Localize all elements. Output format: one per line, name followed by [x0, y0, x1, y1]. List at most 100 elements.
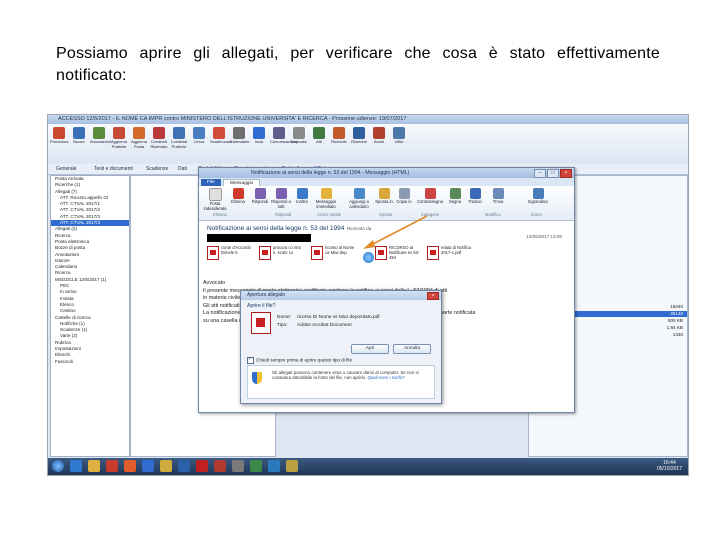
always-ask-checkbox[interactable]: Chiedi sempre prima di aprire questo tip… — [247, 356, 352, 364]
ribbon-button-aggiorna-pratiche[interactable]: Aggiorna Pratiche — [110, 127, 128, 149]
attachment[interactable]: procura co ntro n. scolo 1o — [259, 245, 303, 266]
find-button[interactable]: Trova — [489, 188, 507, 205]
dialog-close-icon[interactable]: × — [427, 292, 439, 300]
app-taskbar-icon[interactable] — [286, 460, 298, 472]
ribbon-button-invia[interactable]: Invia — [250, 127, 268, 145]
pdf-icon — [259, 246, 271, 260]
doc-taskbar-icon[interactable] — [178, 460, 190, 472]
ribbon-button-nuovo[interactable]: Nuovo — [70, 127, 88, 145]
nav-tab-testi[interactable]: Testi e documenti — [94, 164, 133, 174]
delete-button[interactable]: Elimina — [229, 188, 247, 205]
group-label: Rispondi — [275, 212, 292, 217]
start-icon[interactable] — [52, 460, 64, 472]
junk-button[interactable]: Posta indesiderata — [203, 188, 227, 211]
row-value: 15040 — [670, 304, 683, 309]
ribbon-button-ricerche[interactable]: Ricerche — [350, 127, 368, 145]
app-taskbar-icon[interactable] — [214, 460, 226, 472]
aggiorna-posta-icon — [133, 127, 145, 139]
pdf-file-icon — [251, 312, 271, 334]
forward-button[interactable]: Inoltra — [293, 188, 311, 205]
pdf-icon — [207, 246, 219, 260]
flag-button[interactable]: Contrassegna — [415, 188, 445, 205]
ribbon-button-uffici[interactable]: Uffici — [390, 127, 408, 145]
ribbon-button-annotazioni[interactable]: Annotazioni — [90, 127, 111, 145]
app-taskbar-icon[interactable] — [232, 460, 244, 472]
warning-text: Gli allegati possono contenere virus o c… — [272, 370, 419, 381]
nav-tab-dati[interactable]: Dati — [178, 164, 187, 174]
folder-item[interactable]: Fascicoli — [51, 359, 129, 365]
attachment[interactable]: relata di Notifica 2017-1.pdf — [427, 245, 471, 266]
redacted-sender — [207, 234, 311, 242]
minimize-icon[interactable]: – — [534, 169, 546, 178]
checkbox-icon[interactable] — [247, 356, 254, 364]
zoom-icon — [532, 188, 544, 199]
cancel-button[interactable]: Annulla — [393, 344, 431, 354]
clock-date: 05/10/2017 — [656, 466, 682, 472]
reply-all-icon — [275, 188, 287, 199]
ribbon-button-calendario[interactable]: Calendario — [230, 127, 249, 145]
scadenzario-icon — [213, 127, 225, 139]
ricevute-icon — [333, 127, 345, 139]
file-name: ricorso Di Nome vs Miur depositato.pdf — [297, 315, 380, 320]
message-tabs: File Messaggio — [199, 178, 574, 187]
nav-tab-scadenze[interactable]: Scadenze — [146, 164, 168, 174]
instant-message-button[interactable]: Messaggio immediato — [313, 188, 339, 209]
move-to-button[interactable]: Sposta in — [375, 188, 393, 205]
ribbon-button-deposito[interactable]: Deposito — [290, 127, 308, 145]
word-taskbar-icon[interactable] — [142, 460, 154, 472]
row-value: 36140 — [670, 311, 683, 316]
outlook-title-bar: ACCESSO 12/5/2017 - IL NOME CA IMPR cont… — [48, 115, 688, 124]
folder-taskbar-icon[interactable] — [88, 460, 100, 472]
aggiorna-pratiche-icon — [113, 127, 125, 139]
name-label: Nome: — [277, 315, 292, 320]
nuovo-icon — [73, 127, 85, 139]
cerca-icon — [193, 127, 205, 139]
ribbon-button-condividi-riservato[interactable]: Condividi Riservato — [150, 127, 168, 149]
ribbon-button-aggiorna-posta[interactable]: Aggiorna Posta — [130, 127, 148, 149]
taskbar-clock[interactable]: 16:44 05/10/2017 — [657, 460, 682, 472]
window-controls: – □ × — [533, 169, 572, 178]
ie-taskbar-icon[interactable] — [70, 460, 82, 472]
reply-icon — [254, 188, 266, 199]
outlook-taskbar-icon[interactable] — [160, 460, 172, 472]
type-label: Tipo: — [277, 323, 288, 328]
folder-pane: Posta Arrivata Ricerche (1) Allegati (7)… — [50, 175, 130, 457]
open-button[interactable]: Apri — [351, 344, 389, 354]
dialog-question: Aprire il file? — [247, 303, 276, 309]
group-label: Zoom — [531, 212, 542, 217]
ribbon-button-atti[interactable]: Atti — [310, 127, 328, 145]
ribbon-button-scadenzario[interactable]: Scadenzario — [210, 127, 232, 145]
message-date: 12/05/2017 13:00 — [526, 234, 562, 239]
nav-tab-generale[interactable]: Generale — [56, 164, 77, 174]
chrome-taskbar-icon[interactable] — [124, 460, 136, 472]
attachment[interactable]: ricorso al Nome ca Miur.dep — [311, 245, 355, 266]
reply-all-button[interactable]: Rispondi a tutti — [271, 188, 291, 209]
maximize-icon[interactable]: □ — [547, 169, 559, 178]
risks-link[interactable]: Quali sono i rischi? — [367, 375, 404, 380]
ribbon-button-cerca[interactable]: Cerca — [190, 127, 208, 145]
ribbon-button-ricevute[interactable]: Ricevute — [330, 127, 348, 145]
reply-button[interactable]: Rispondi — [251, 188, 269, 205]
delete-icon — [232, 188, 244, 199]
ribbon-button-comunicazione[interactable]: Comunicazione — [270, 127, 298, 145]
translate-button[interactable]: Traduci — [465, 188, 485, 205]
media-taskbar-icon[interactable] — [106, 460, 118, 472]
copy-to-button[interactable]: Copia in — [395, 188, 413, 205]
app-taskbar-icon[interactable] — [250, 460, 262, 472]
ribbon-button-avvisi[interactable]: Avvisi — [370, 127, 388, 145]
attachment[interactable]: conte d'Accordo Dimele 5 — [207, 245, 251, 266]
junk-icon — [208, 188, 222, 201]
row-value: 509 KB — [667, 318, 683, 323]
add-calendar-button[interactable]: Aggiungi a calendario — [345, 188, 373, 209]
ribbon-button-procedura[interactable]: Procedura — [50, 127, 68, 145]
ribbon-button-condividi-pratiche[interactable]: Condividi Pratiche — [170, 127, 188, 149]
windows-taskbar: 16:44 05/10/2017 — [48, 458, 688, 475]
app-taskbar-icon[interactable] — [268, 460, 280, 472]
close-icon[interactable]: × — [560, 169, 572, 178]
find-icon — [492, 188, 504, 199]
acrobat-taskbar-icon[interactable] — [196, 460, 208, 472]
zoom-button[interactable]: Ingrandisci — [525, 188, 551, 205]
mark-button[interactable]: Segna — [447, 188, 463, 205]
message-window-title: Notificazione ai sensi della legge n. 53… — [199, 168, 574, 178]
tab-file[interactable]: File — [201, 179, 221, 186]
